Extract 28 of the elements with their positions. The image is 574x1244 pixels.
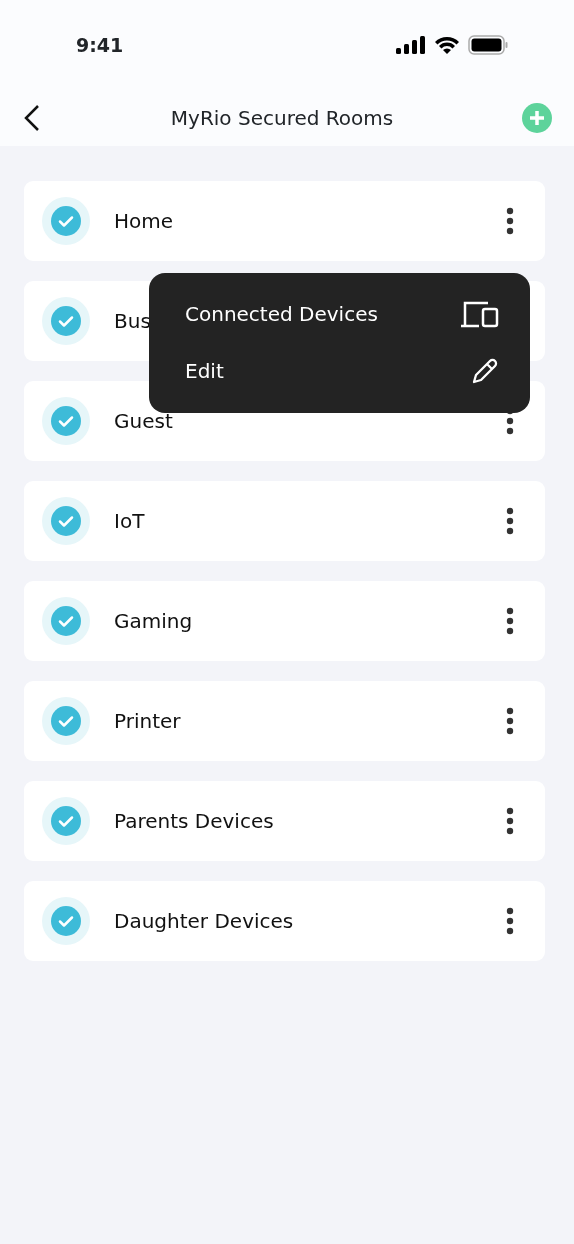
more-icon[interactable] — [505, 507, 515, 535]
room-card[interactable]: Parents Devices — [24, 781, 545, 861]
more-icon[interactable] — [505, 207, 515, 235]
more-icon[interactable] — [505, 907, 515, 935]
room-card[interactable]: Daughter Devices — [24, 881, 545, 961]
room-card[interactable]: Home — [24, 181, 545, 261]
status-time: 9:41 — [76, 32, 124, 58]
more-icon[interactable] — [505, 707, 515, 735]
back-icon[interactable] — [22, 104, 42, 132]
room-name: Home — [114, 208, 174, 235]
room-name: IoT — [114, 508, 145, 535]
room-card[interactable]: Printer — [24, 681, 545, 761]
devices-icon — [460, 299, 500, 328]
battery-icon — [468, 35, 508, 55]
room-card[interactable]: IoT — [24, 481, 545, 561]
more-icon[interactable] — [505, 807, 515, 835]
room-name: Daughter Devices — [114, 908, 294, 935]
room-name: Bus — [114, 308, 151, 335]
more-icon[interactable] — [505, 607, 515, 635]
room-card[interactable]: Gaming — [24, 581, 545, 661]
room-name: Printer — [114, 708, 181, 735]
signal-icon — [396, 36, 426, 54]
room-name: Guest — [114, 408, 173, 435]
room-name: Gaming — [114, 608, 193, 635]
wifi-icon — [434, 36, 460, 54]
menu-item[interactable]: Connected Devices — [185, 298, 378, 329]
room-name: Parents Devices — [114, 808, 274, 835]
screen-title: MyRio Secured Rooms — [170, 105, 394, 132]
